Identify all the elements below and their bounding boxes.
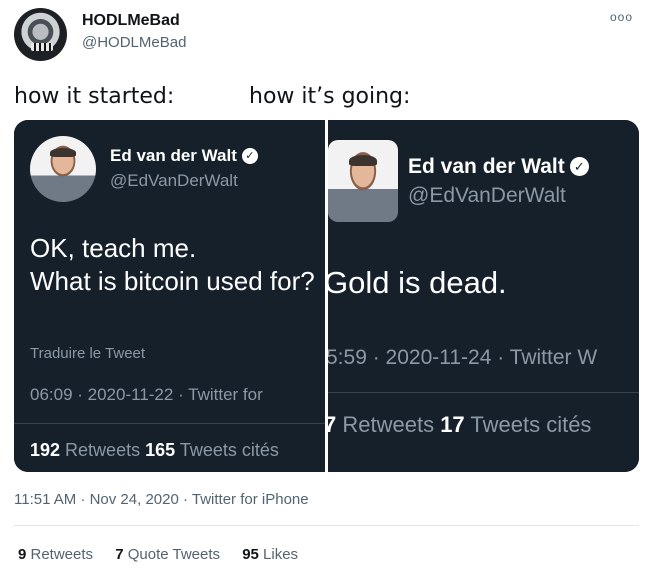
embedded-quotes-label: Tweets cités — [175, 440, 279, 460]
embedded-retweets-count: 7 — [328, 412, 337, 437]
media-panel-right[interactable]: Ed van der Walt ✓ @EdVanDerWalt Gold is d… — [328, 120, 639, 472]
engagement-stats: 9 Retweets 7 Quote Tweets 95 Likes — [18, 546, 316, 563]
author-display-name[interactable]: HODLMeBad — [82, 12, 180, 30]
embedded-text-line: What is bitcoin used for? — [30, 265, 315, 296]
embedded-tweet-text: Gold is dead. — [328, 264, 507, 303]
retweets-label: Retweets — [26, 546, 94, 563]
embedded-quotes-count: 165 — [145, 440, 176, 460]
embedded-quotes-count: 17 — [440, 412, 465, 437]
verified-icon: ✓ — [241, 148, 258, 164]
embedded-name-text: Ed van der Walt — [110, 146, 237, 165]
quote-tweets-count: 7 — [115, 546, 124, 563]
caption-how-its-going: how it’s going: — [249, 84, 411, 109]
caption-how-it-started: how it started: — [14, 84, 175, 109]
embedded-retweets-count: 192 — [30, 440, 61, 460]
embedded-translate-link: Traduire le Tweet — [30, 345, 146, 362]
embedded-separator — [14, 423, 325, 424]
embedded-separator — [328, 392, 639, 393]
author-avatar[interactable] — [14, 8, 67, 61]
media-panel-left[interactable]: Ed van der Walt ✓ @EdVanDerWalt OK, teach… — [14, 120, 325, 472]
embedded-stats: 192 Retweets 165 Tweets cités — [30, 440, 279, 461]
divider — [14, 525, 639, 526]
likes-stat[interactable]: 95 Likes — [242, 546, 298, 563]
embedded-meta: 5:59 · 2020-11-24 · Twitter W — [328, 346, 598, 369]
embedded-retweets-label: Retweets — [60, 440, 146, 460]
tweet-media[interactable]: Ed van der Walt ✓ @EdVanDerWalt OK, teach… — [14, 120, 639, 472]
embedded-name-text: Ed van der Walt — [408, 155, 565, 178]
likes-count: 95 — [242, 546, 259, 563]
embedded-handle: @EdVanDerWalt — [110, 171, 238, 190]
embedded-meta: 06:09 · 2020-11-22 · Twitter for — [30, 385, 263, 404]
more-options-icon[interactable]: ooo — [610, 10, 633, 24]
likes-label: Likes — [258, 546, 299, 563]
embedded-quotes-label: Tweets cités — [464, 412, 592, 437]
tweet-timestamp[interactable]: 11:51 AM · Nov 24, 2020 · Twitter for iP… — [14, 491, 309, 508]
retweets-stat[interactable]: 9 Retweets — [18, 546, 93, 563]
embedded-name: Ed van der Walt ✓ — [408, 155, 589, 179]
embedded-text-line: Gold is dead. — [328, 265, 507, 300]
embedded-stats: 7 Retweets 17 Tweets cités — [328, 412, 591, 438]
embedded-avatar — [328, 140, 398, 222]
embedded-tweet-text: OK, teach me. What is bitcoin used for? — [30, 232, 315, 297]
embedded-name: Ed van der Walt ✓ — [110, 146, 258, 166]
quote-tweets-label: Quote Tweets — [123, 546, 221, 563]
author-handle[interactable]: @HODLMeBad — [82, 34, 186, 51]
quote-tweets-stat[interactable]: 7 Quote Tweets — [115, 546, 220, 563]
embedded-text-line: OK, teach me. — [30, 233, 197, 263]
embedded-handle: @EdVanDerWalt — [408, 184, 566, 207]
embedded-avatar — [30, 136, 96, 202]
embedded-retweets-label: Retweets — [336, 412, 441, 437]
verified-icon: ✓ — [569, 157, 589, 176]
